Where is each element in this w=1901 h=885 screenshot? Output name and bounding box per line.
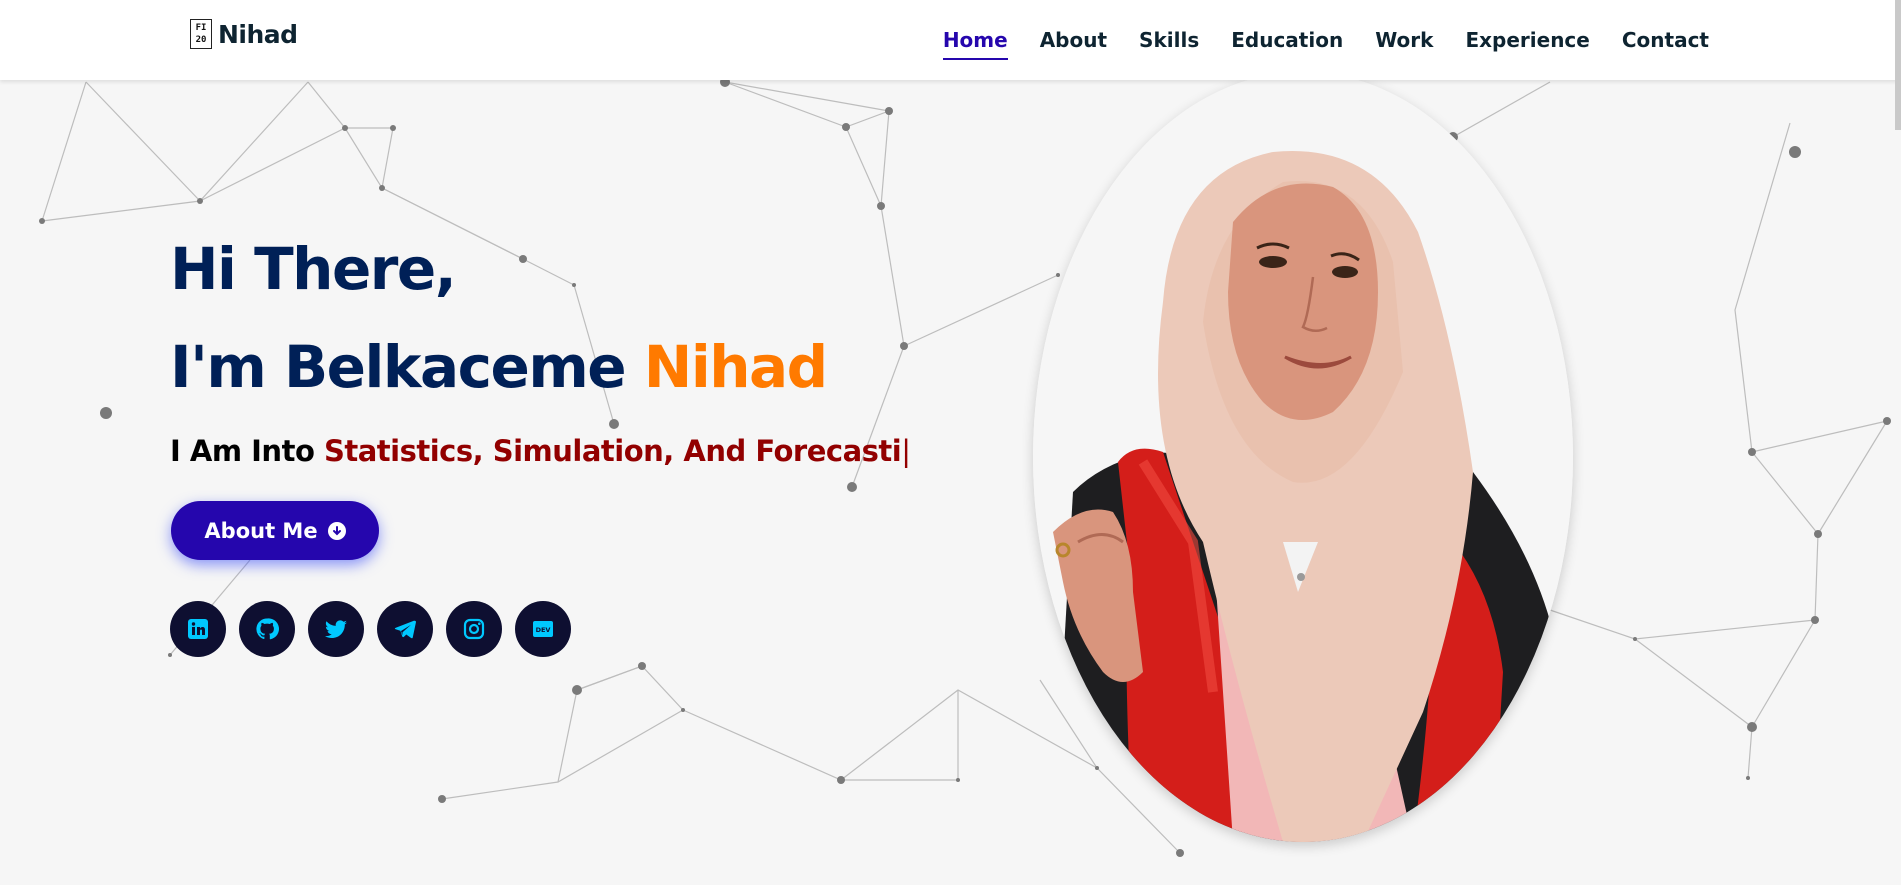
about-me-button-label: About Me (204, 518, 318, 543)
instagram-icon (463, 618, 485, 640)
portrait-illustration (1033, 72, 1573, 842)
nav-about[interactable]: About (1040, 22, 1107, 58)
site-header: FI 20 Nihad Home About Skills Education W… (0, 0, 1901, 80)
subtitle-prefix: I Am Into (170, 434, 324, 468)
about-me-button[interactable]: About Me (171, 501, 379, 560)
typed-text: Statistics, Simulation, And Forecasti (323, 434, 902, 468)
logo[interactable]: FI 20 Nihad (190, 19, 298, 49)
nav-education[interactable]: Education (1231, 22, 1343, 58)
social-links: DEV (170, 601, 571, 657)
hero-intro-text: I'm Belkaceme (170, 333, 644, 401)
telegram-link[interactable] (377, 601, 433, 657)
profile-photo (1033, 72, 1573, 842)
nav-skills[interactable]: Skills (1139, 22, 1199, 58)
typing-cursor: | (901, 434, 911, 468)
telegram-icon (394, 620, 416, 639)
arrow-down-circle-icon (327, 521, 346, 540)
scrollbar-thumb[interactable] (1895, 0, 1901, 130)
nav-work[interactable]: Work (1375, 22, 1433, 58)
hero-subtitle: I Am Into Statistics, Simulation, And Fo… (170, 434, 911, 468)
linkedin-icon (188, 619, 208, 639)
twitter-icon (325, 620, 347, 639)
instagram-link[interactable] (446, 601, 502, 657)
main-nav: Home About Skills Education Work Experie… (942, 0, 1709, 80)
hero-name: Nihad (643, 333, 828, 401)
nav-contact[interactable]: Contact (1622, 22, 1709, 58)
particle-network-background (39, 80, 1891, 857)
linkedin-link[interactable] (170, 601, 226, 657)
logo-text: Nihad (218, 19, 298, 49)
github-icon (256, 618, 279, 640)
nav-home[interactable]: Home (942, 22, 1008, 60)
hero-intro: I'm Belkaceme Nihad (170, 333, 828, 401)
github-link[interactable] (239, 601, 295, 657)
dev-icon: DEV (533, 621, 553, 637)
svg-text:DEV: DEV (536, 626, 551, 634)
nav-experience[interactable]: Experience (1465, 22, 1589, 58)
dev-link[interactable]: DEV (515, 601, 571, 657)
twitter-link[interactable] (308, 601, 364, 657)
hero-greeting: Hi There, (170, 235, 457, 303)
logo-mark-icon: FI 20 (190, 19, 212, 49)
